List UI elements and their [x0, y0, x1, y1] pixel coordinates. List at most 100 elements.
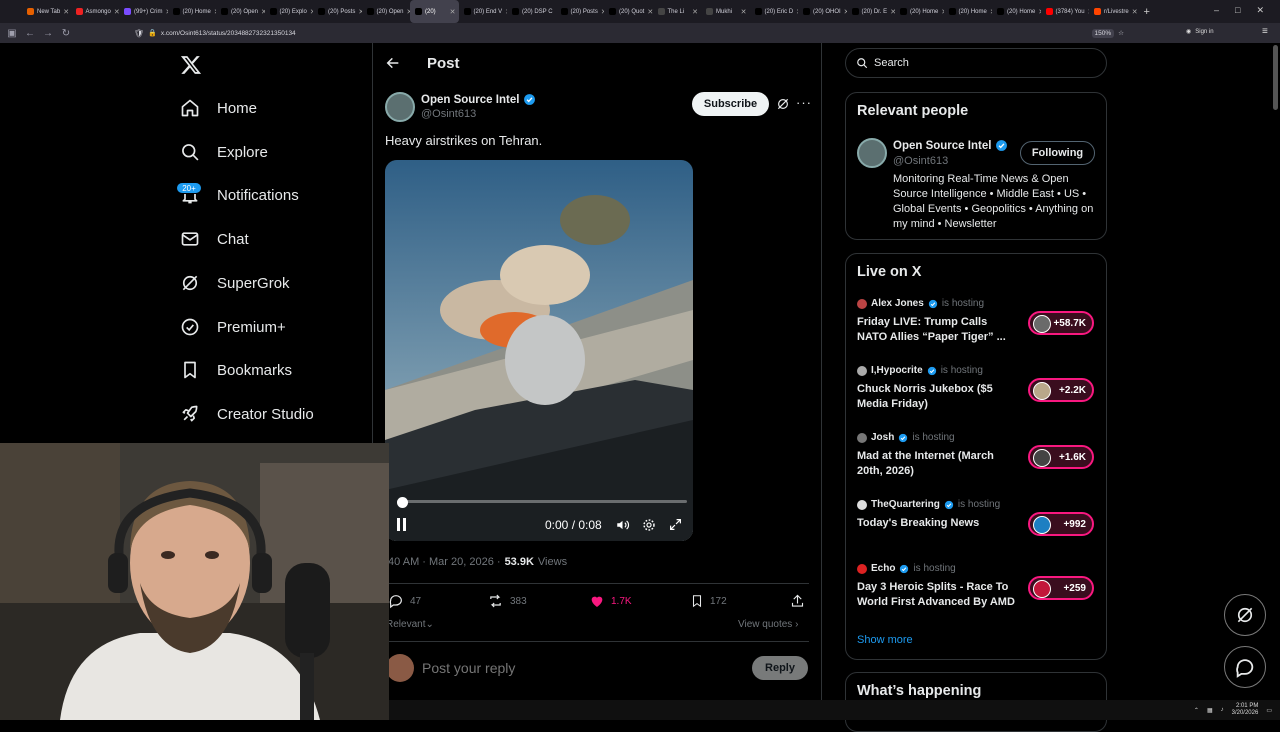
more-options-icon[interactable]: ···	[796, 95, 812, 110]
notification-center-icon[interactable]: ▭	[1266, 707, 1272, 714]
listener-count[interactable]: +992	[1028, 512, 1094, 536]
person-name[interactable]: Open Source Intel	[893, 139, 1008, 152]
messages-fab-button[interactable]	[1224, 646, 1266, 688]
reply-sort-dropdown[interactable]: Relevant⌄	[386, 619, 434, 630]
browser-tab[interactable]: (20) Home✕	[992, 0, 1041, 23]
browser-tab[interactable]: Asmongo ✕	[71, 0, 119, 23]
close-icon[interactable]: ✕	[1256, 5, 1264, 16]
menu-icon[interactable]: ≡	[1262, 26, 1268, 37]
subscribe-button[interactable]: Subscribe	[692, 92, 769, 116]
author-avatar[interactable]	[385, 92, 415, 122]
browser-tab[interactable]: (20) Posts ✕	[556, 0, 604, 23]
nav-item-supergrok[interactable]: SuperGrok	[179, 265, 290, 301]
browser-tab[interactable]: (20) End V✕	[459, 0, 507, 23]
nav-item-premium[interactable]: Premium+	[179, 309, 286, 345]
tab-close-icon[interactable]: ✕	[647, 8, 652, 16]
reply-button[interactable]: Reply	[752, 656, 808, 680]
volume-icon[interactable]	[615, 518, 630, 532]
browser-tab[interactable]: New Tab ✕	[22, 0, 71, 23]
show-more-link[interactable]: Show more	[857, 634, 913, 646]
maximize-icon[interactable]: □	[1235, 5, 1240, 16]
tab-close-icon[interactable]: ✕	[261, 8, 264, 16]
fullscreen-icon[interactable]	[669, 518, 682, 531]
chevron-up-icon[interactable]: ⌃	[1194, 707, 1199, 714]
tab-close-icon[interactable]: ✕	[692, 8, 698, 16]
video-progress-track[interactable]	[397, 500, 687, 503]
browser-tab[interactable]: (20) Open ✕	[362, 0, 410, 23]
video-progress-knob[interactable]	[396, 497, 408, 508]
live-item[interactable]: I,Hypocrite is hosting Chuck Norris Jukeb…	[857, 365, 1097, 417]
browser-tab[interactable]: The Li ✕	[653, 0, 702, 23]
zoom-level[interactable]: 150%	[1091, 28, 1115, 38]
browser-tab[interactable]: (20) DSP C✕	[507, 0, 556, 23]
tray-clock[interactable]: 2:01 PM 3/20/2026	[1232, 703, 1259, 717]
author-handle[interactable]: @Osint613	[421, 108, 476, 120]
author-name[interactable]: Open Source Intel	[421, 93, 536, 106]
browser-tab[interactable]: (20) Home✕	[168, 0, 216, 23]
view-quotes-link[interactable]: View quotes ›	[738, 619, 798, 630]
forward-icon[interactable]: →	[39, 24, 57, 42]
bookmark-action[interactable]: 172	[690, 592, 727, 610]
settings-gear-icon[interactable]	[642, 518, 656, 532]
browser-tab[interactable]: (20) Quot ✕	[604, 0, 653, 23]
browser-tab[interactable]: (20) Home✕	[895, 0, 944, 23]
browser-tab[interactable]: (20) Home✕	[944, 0, 992, 23]
nav-item-home[interactable]: Home	[179, 90, 257, 126]
live-item[interactable]: Josh is hosting Mad at the Internet (Marc…	[857, 432, 1097, 484]
listener-count[interactable]: +1.6K	[1028, 445, 1094, 469]
sidebar-toggle-icon[interactable]: ▣	[3, 24, 21, 42]
browser-tab[interactable]: r/Livestre ✕	[1089, 0, 1138, 23]
video-player[interactable]	[385, 160, 693, 541]
current-user-avatar[interactable]	[386, 654, 414, 682]
live-item[interactable]: Alex Jones is hosting Friday LIVE: Trump …	[857, 298, 1097, 350]
reply-action[interactable]: 47	[388, 592, 421, 610]
following-button[interactable]: Following	[1020, 141, 1095, 165]
browser-tab[interactable]: (20) Dr. E ✕	[847, 0, 895, 23]
search-input[interactable]	[874, 57, 1084, 69]
volume-icon[interactable]: ♪	[1221, 707, 1224, 713]
grok-icon[interactable]	[776, 97, 790, 111]
browser-tab[interactable]: (3784) You✕	[1041, 0, 1089, 23]
nav-item-creator-studio[interactable]: Creator Studio	[179, 396, 314, 432]
person-handle[interactable]: @Osint613	[893, 155, 948, 167]
live-item[interactable]: Echo is hosting Day 3 Heroic Splits - Rac…	[857, 563, 1097, 615]
browser-tab[interactable]: (20) OHOI✕	[798, 0, 847, 23]
browser-tab[interactable]: Mukhi ✕	[701, 0, 750, 23]
search-box[interactable]	[845, 48, 1107, 78]
reply-input[interactable]	[422, 660, 742, 676]
tab-close-icon[interactable]: ✕	[450, 8, 456, 16]
browser-tab[interactable]: (20) Posts ✕	[313, 0, 362, 23]
listener-count[interactable]: +2.2K	[1028, 378, 1094, 402]
post-timestamp[interactable]: :40 AM · Mar 20, 2026 ·	[385, 556, 501, 568]
browser-tab[interactable]: (20) Explo ✕	[265, 0, 313, 23]
minimize-icon[interactable]: –	[1214, 5, 1219, 16]
browser-account[interactable]: ◉ Sign in	[1186, 28, 1214, 36]
x-logo-icon[interactable]	[180, 54, 202, 76]
grok-fab-button[interactable]	[1224, 594, 1266, 636]
reload-icon[interactable]: ↻	[57, 24, 75, 42]
url-bar[interactable]: 🛡 🔒 x.com/Osint613/status/20348827323213…	[134, 26, 1124, 40]
browser-tab[interactable]: (20) Open ✕	[216, 0, 265, 23]
browser-tab[interactable]: (20) ✕	[410, 0, 459, 23]
person-avatar[interactable]	[857, 138, 887, 168]
repost-action[interactable]: 383	[487, 592, 527, 610]
nav-item-bookmarks[interactable]: Bookmarks	[179, 352, 292, 388]
browser-tab[interactable]: (99+) Crim✕	[119, 0, 168, 23]
tab-close-icon[interactable]: ✕	[1132, 8, 1138, 16]
page-scrollbar[interactable]	[1273, 45, 1278, 110]
nav-item-explore[interactable]: Explore	[179, 134, 268, 170]
like-action[interactable]: 1.7K	[589, 592, 632, 610]
back-arrow-icon[interactable]	[385, 55, 401, 71]
pause-icon[interactable]	[396, 518, 407, 531]
tab-close-icon[interactable]: ✕	[741, 8, 747, 16]
share-action[interactable]	[790, 592, 805, 610]
listener-count[interactable]: +58.7K	[1028, 311, 1094, 335]
star-icon[interactable]: ☆	[1118, 29, 1124, 37]
nav-item-chat[interactable]: Chat	[179, 221, 249, 257]
listener-count[interactable]: +259	[1028, 576, 1094, 600]
back-icon[interactable]: ←	[21, 24, 39, 42]
live-item[interactable]: TheQuartering is hosting Today's Breaking…	[857, 499, 1097, 551]
new-tab-button[interactable]: +	[1144, 6, 1150, 18]
browser-tab[interactable]: (20) Eric D✕	[750, 0, 798, 23]
tab-close-icon[interactable]: ✕	[63, 8, 69, 16]
